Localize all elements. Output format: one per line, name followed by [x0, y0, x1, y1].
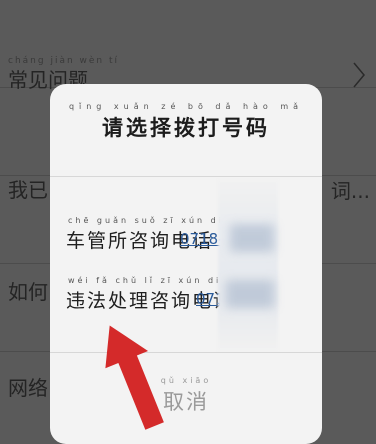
dialog-title: 请选择拨打号码 — [102, 116, 270, 140]
divider — [50, 176, 322, 177]
pointer-arrow-icon — [105, 325, 164, 430]
chevron-right-icon — [353, 62, 365, 88]
redaction-blur — [230, 224, 274, 252]
list-item[interactable]: cháng jiàn wèn tí 常见问题 — [0, 0, 376, 92]
option-vehicle-office-hotline[interactable]: chē guǎn suǒ zī xún diàn huà 车管所咨询电话 071… — [66, 216, 316, 256]
option-violation-hotline[interactable]: wéi fǎ chǔ lǐ zī xún diàn huà 违法处理咨询电话 0… — [66, 276, 316, 316]
cancel-button[interactable]: qǔ xiāo 取消 — [50, 376, 322, 416]
redaction-blur — [218, 180, 278, 350]
cancel-label: 取消 — [163, 390, 209, 414]
row-right-fragment: 词... — [330, 179, 370, 203]
dialog-title-block: qǐng xuǎn zé bō dǎ hào mǎ 请选择拨打号码 — [50, 102, 322, 142]
title-pinyin: qǐng xuǎn zé bō dǎ hào mǎ — [68, 102, 304, 111]
divider — [50, 352, 322, 353]
redaction-blur — [226, 280, 274, 308]
dial-number-dialog: qǐng xuǎn zé bō dǎ hào mǎ 请选择拨打号码 chē gu… — [50, 84, 322, 444]
cancel-pinyin: qǔ xiāo — [160, 376, 212, 385]
